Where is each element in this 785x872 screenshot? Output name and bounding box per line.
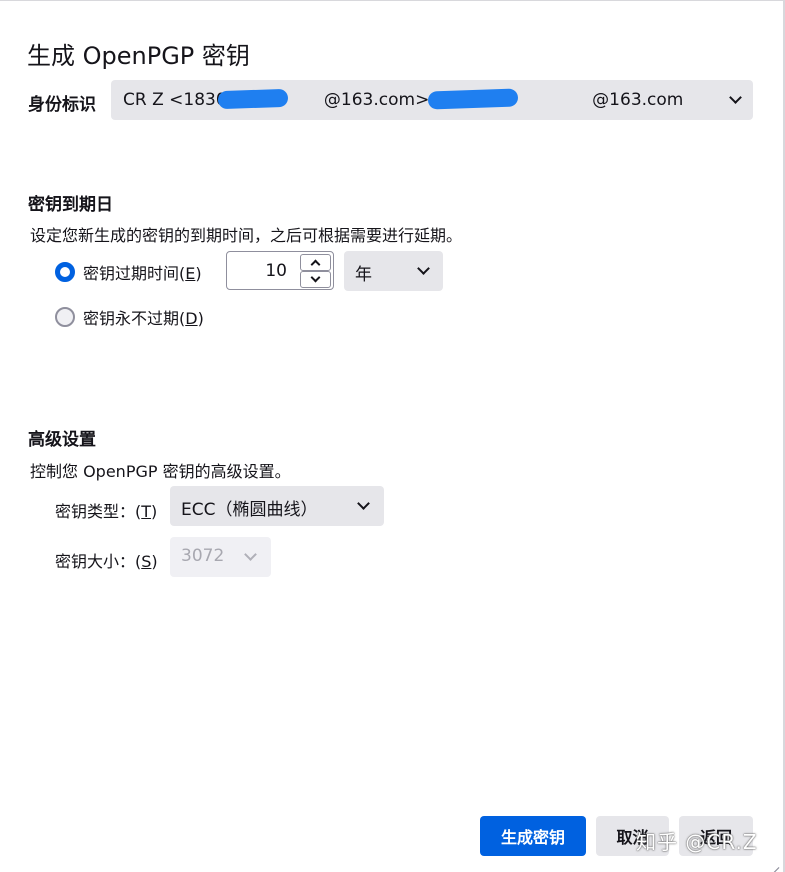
radio-checked-icon [55, 262, 75, 282]
key-type-label: 密钥类型：(T) [55, 502, 158, 521]
expiry-unit-select[interactable]: 年 [344, 251, 443, 291]
expiry-amount-value: 10 [265, 261, 287, 281]
spin-down-button[interactable] [300, 271, 331, 288]
chevron-down-icon [357, 497, 370, 510]
watermark: 知乎 @CR.Z [636, 830, 758, 854]
radio-unchecked-icon [55, 307, 75, 327]
radio-never-expire[interactable]: 密钥永不过期(D) [55, 305, 204, 329]
chevron-down-icon [729, 91, 742, 104]
identity-label: 身份标识 [28, 95, 96, 115]
window-top-border [0, 0, 785, 1]
radio-expire-after[interactable]: 密钥过期时间(E) [55, 260, 202, 284]
radio-never-label: 密钥永不过期(D) [83, 309, 204, 328]
radio-expire-label: 密钥过期时间(E) [83, 264, 202, 283]
spin-up-button[interactable] [300, 254, 331, 271]
generate-key-button[interactable]: 生成密钥 [480, 816, 586, 856]
identity-value: CR Z <1830 @163.com> - 183 @163.com [123, 90, 684, 110]
expiry-description: 设定您新生成的密钥的到期时间，之后可根据需要进行延期。 [30, 226, 463, 245]
key-size-label: 密钥大小：(S) [55, 552, 158, 571]
advanced-description: 控制您 OpenPGP 密钥的高级设置。 [30, 462, 291, 481]
spin-up-icon [310, 259, 321, 270]
dialog-title: 生成 OpenPGP 密钥 [27, 42, 250, 70]
expiry-section-title: 密钥到期日 [28, 195, 113, 215]
resize-grip-icon[interactable] [767, 856, 780, 872]
expiry-unit-value: 年 [355, 265, 372, 285]
key-size-value: 3072 [181, 546, 225, 566]
spin-down-icon [310, 272, 321, 283]
redaction-mark [427, 88, 519, 110]
chevron-down-icon [244, 548, 257, 561]
key-type-value: ECC（椭圆曲线） [181, 500, 318, 520]
key-size-select: 3072 [170, 537, 271, 577]
key-type-select[interactable]: ECC（椭圆曲线） [170, 486, 384, 526]
advanced-section-title: 高级设置 [28, 430, 96, 450]
chevron-down-icon [417, 262, 430, 275]
redaction-mark [217, 88, 289, 110]
